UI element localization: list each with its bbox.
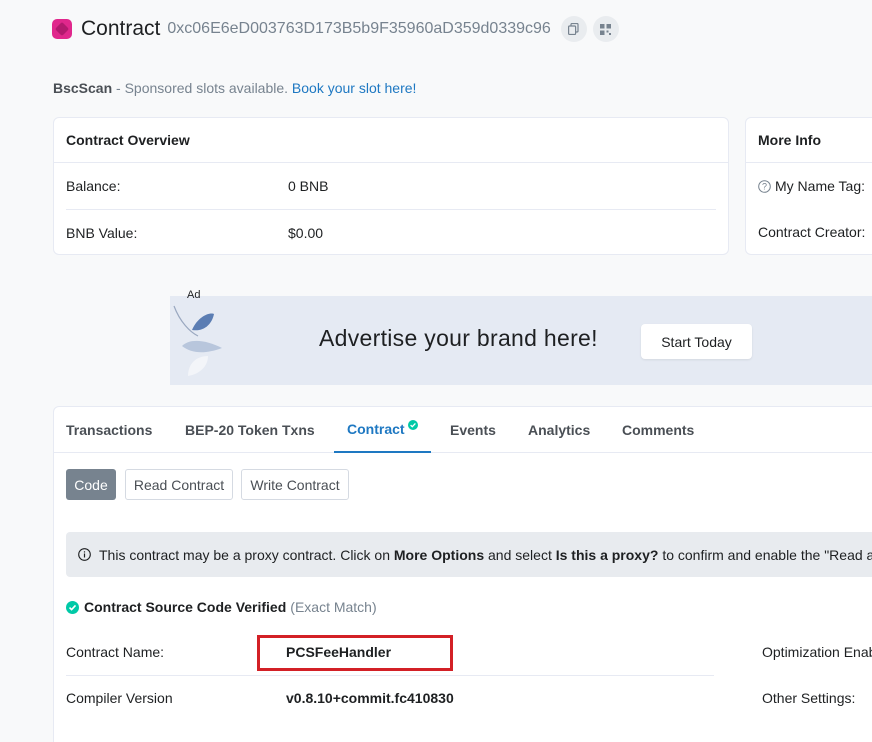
source-verified-status: Contract Source Code Verified (Exact Mat… <box>66 599 377 615</box>
tab-analytics[interactable]: Analytics <box>528 407 590 453</box>
alert-more-options: More Options <box>393 546 485 563</box>
alert-text-3: to confirm and enable the "Read a <box>658 546 872 563</box>
tab-events[interactable]: Events <box>450 407 496 453</box>
contract-overview-title: Contract Overview <box>54 118 728 163</box>
help-circle-icon[interactable]: ? <box>758 179 771 193</box>
sponsor-brand: BscScan <box>53 80 113 96</box>
tab-comments[interactable]: Comments <box>622 407 694 453</box>
ad-banner[interactable]: Ad Advertise your brand here! Start Toda… <box>170 289 872 385</box>
tab-transactions[interactable]: Transactions <box>66 407 152 453</box>
contract-name-highlight-box <box>257 635 453 671</box>
write-contract-button[interactable]: Write Contract <box>241 469 349 500</box>
optimization-label: Optimization Enab <box>762 644 872 660</box>
tab-bep20-token-txns[interactable]: BEP-20 Token Txns <box>185 407 315 453</box>
proxy-contract-alert: This contract may be a proxy contract. C… <box>66 532 872 577</box>
tab-contract[interactable]: Contract <box>334 407 431 453</box>
bnb-value-row: BNB Value: $0.00 <box>54 210 728 256</box>
copy-address-button[interactable] <box>560 16 587 42</box>
code-button[interactable]: Code <box>66 469 116 500</box>
page-title: Contract <box>81 17 161 40</box>
name-tag-label: My Name Tag: <box>775 178 865 194</box>
name-tag-row: ? My Name Tag: <box>746 163 872 209</box>
read-contract-button[interactable]: Read Contract <box>125 469 233 500</box>
token-logo-icon <box>52 19 72 39</box>
compiler-version-label: Compiler Version <box>66 690 173 706</box>
alert-is-proxy: Is this a proxy? <box>555 546 659 563</box>
more-info-title: More Info <box>746 118 872 163</box>
contract-name-label: Contract Name: <box>66 644 165 660</box>
creator-row: Contract Creator: <box>746 209 872 255</box>
ad-headline: Advertise your brand here! <box>319 325 598 351</box>
sponsor-text: - Sponsored slots available. <box>112 80 292 96</box>
copy-icon <box>568 23 579 35</box>
info-icon <box>78 548 91 561</box>
creator-label: Contract Creator: <box>758 224 866 240</box>
balance-label: Balance: <box>66 178 121 194</box>
tab-bar: Transactions BEP-20 Token Txns Contract … <box>54 407 872 453</box>
sponsored-slot-notice: BscScan - Sponsored slots available. Boo… <box>53 80 416 96</box>
start-today-button[interactable]: Start Today <box>641 324 752 359</box>
alert-text-1: This contract may be a proxy contract. C… <box>99 546 394 563</box>
alert-text-2: and select <box>484 546 556 563</box>
contract-tabs-card: Transactions BEP-20 Token Txns Contract … <box>53 406 872 742</box>
bnb-value-value: $0.00 <box>288 225 324 241</box>
ad-leaf-graphic-icon <box>173 305 222 376</box>
ad-tag: Ad <box>187 289 201 301</box>
balance-value: 0 BNB <box>288 178 329 194</box>
verified-title: Contract Source Code Verified <box>84 599 287 615</box>
other-settings-label: Other Settings: <box>762 690 856 706</box>
qr-code-button[interactable] <box>592 16 619 42</box>
compiler-version-row: Compiler Version v0.8.10+commit.fc410830 <box>66 675 714 721</box>
compiler-version-value: v0.8.10+commit.fc410830 <box>286 690 454 706</box>
qr-code-icon <box>600 23 612 35</box>
more-info-card: More Info ? My Name Tag: Contract Creato… <box>745 117 872 255</box>
check-circle-icon <box>66 600 79 614</box>
svg-text:?: ? <box>762 181 767 191</box>
book-slot-link[interactable]: Book your slot here! <box>292 80 417 96</box>
page-header: Contract 0xc06E6eD003763D173B5b9F35960aD… <box>52 14 625 44</box>
contract-address: 0xc06E6eD003763D173B5b9F35960aD359d0339c… <box>167 20 551 37</box>
verified-check-icon <box>407 420 418 430</box>
bnb-value-label: BNB Value: <box>66 225 138 241</box>
verified-note: (Exact Match) <box>290 599 377 615</box>
balance-row: Balance: 0 BNB <box>54 163 728 209</box>
contract-overview-card: Contract Overview Balance: 0 BNB BNB Val… <box>53 117 729 255</box>
